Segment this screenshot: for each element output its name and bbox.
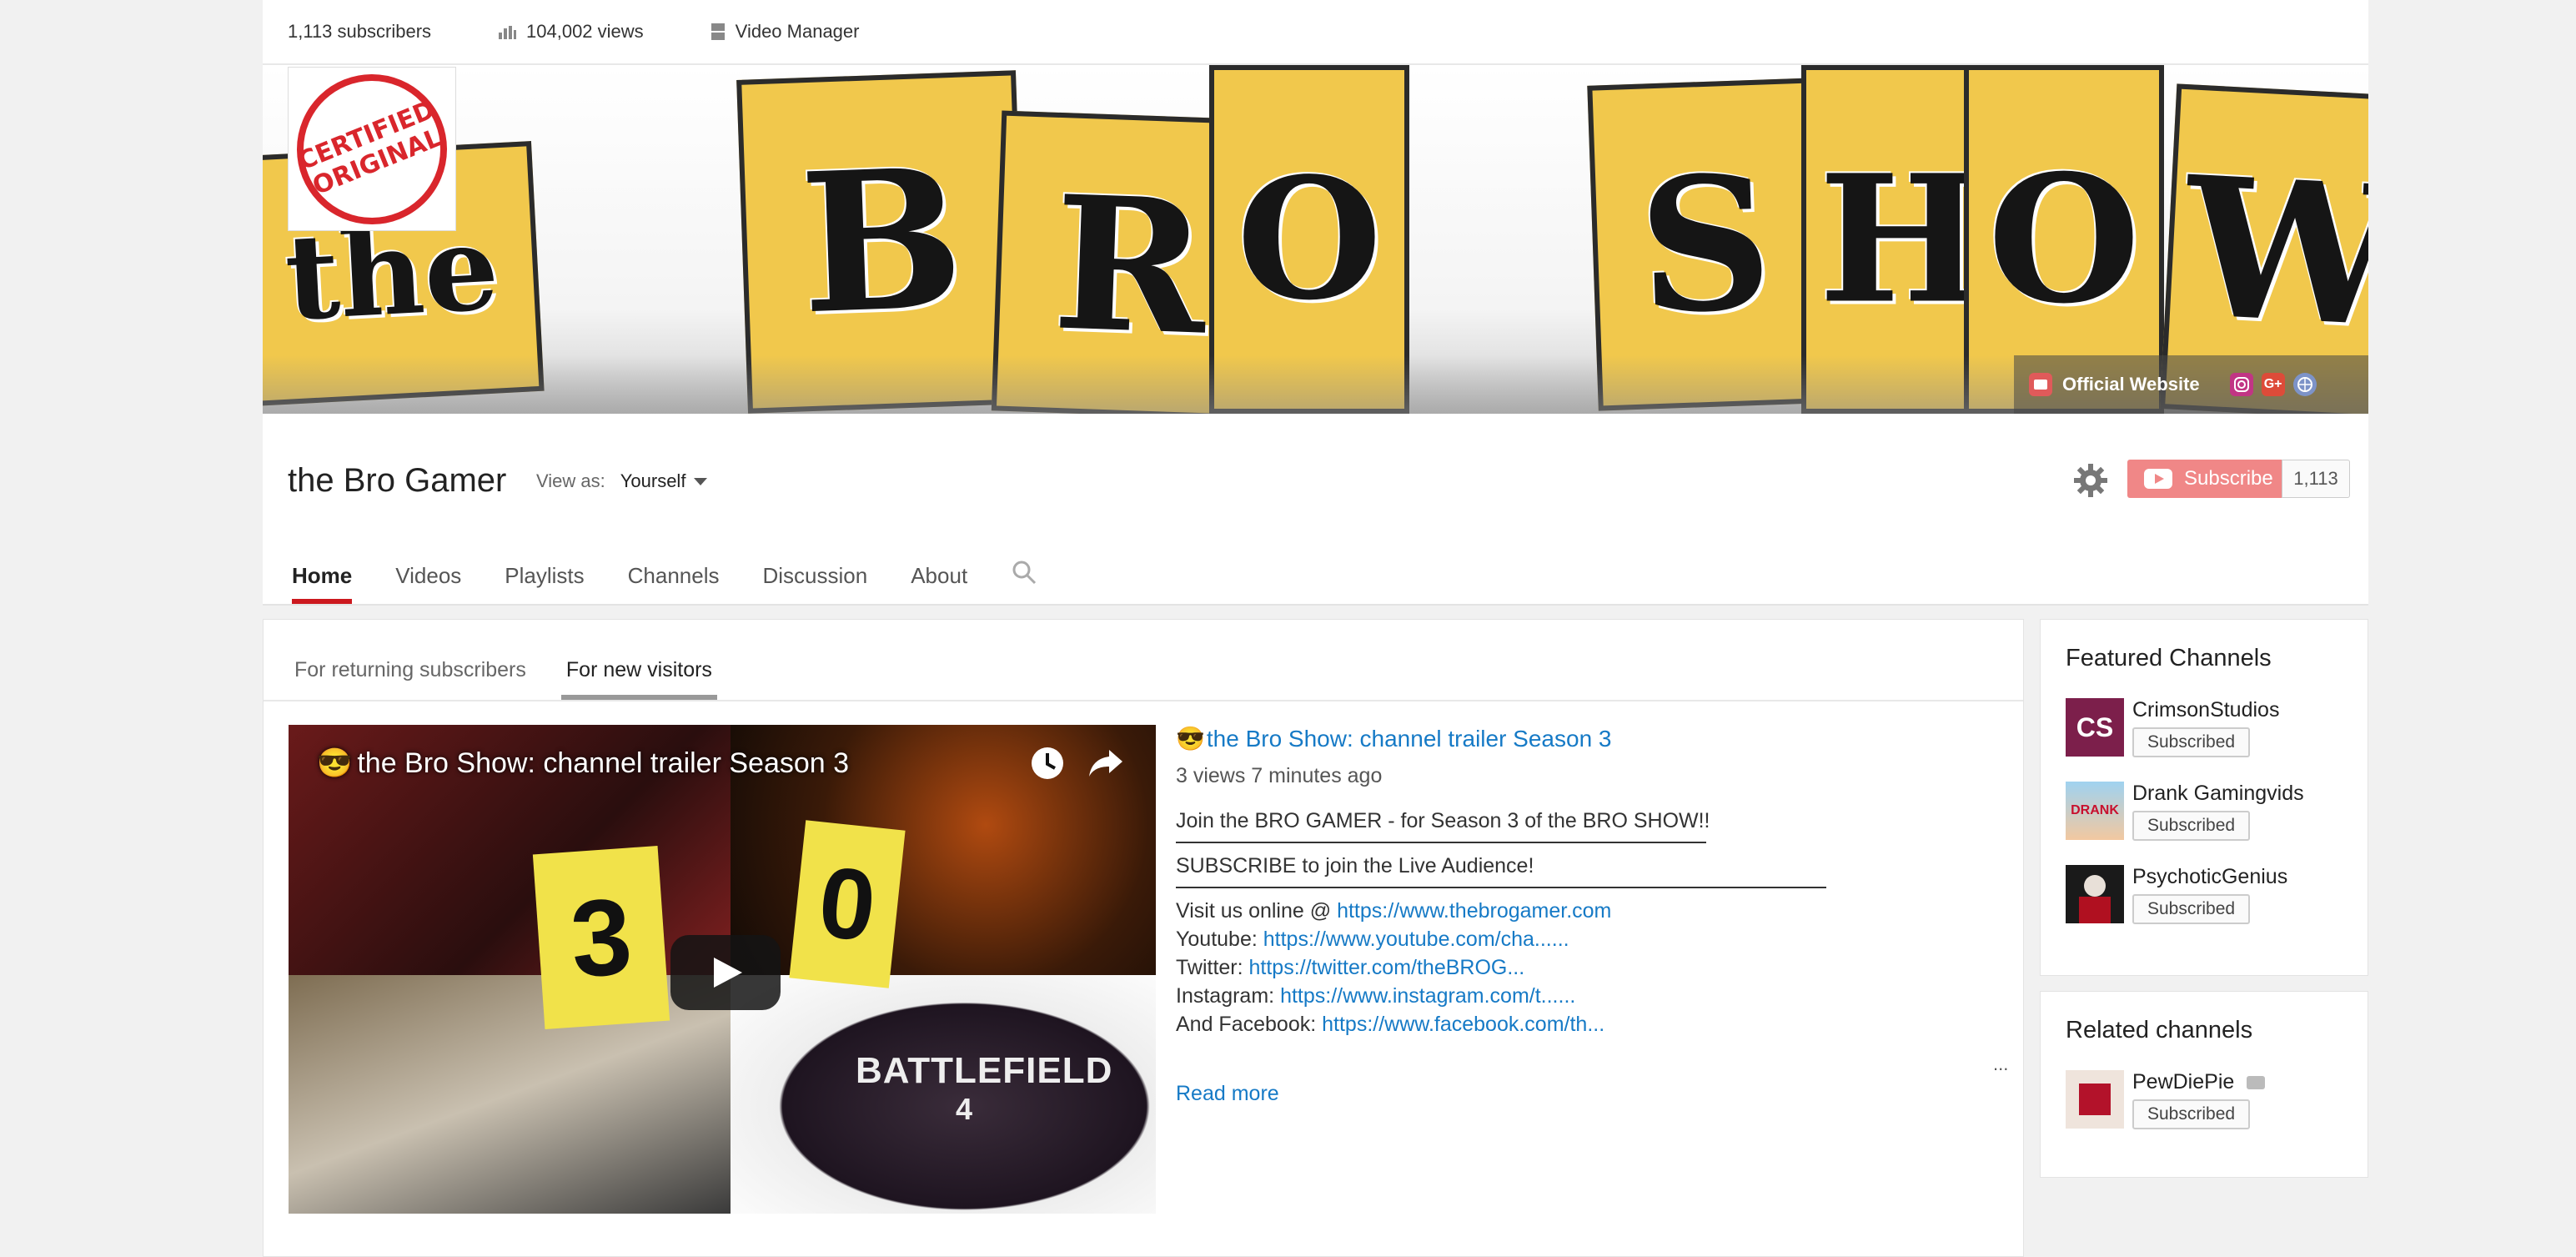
- trailer-info: 😎 the Bro Show: channel trailer Season 3…: [1176, 725, 2010, 1105]
- tab-about[interactable]: About: [911, 561, 967, 604]
- website-link[interactable]: https://www.thebrogamer.com: [1337, 899, 1611, 923]
- video-overlay-title[interactable]: 😎 the Bro Show: channel trailer Season 3: [317, 747, 849, 780]
- battlefield-logo: BATTLEFIELD: [856, 1050, 1113, 1091]
- youtube-play-icon: [2144, 469, 2172, 489]
- video-manager-label[interactable]: Video Manager: [736, 21, 860, 43]
- verified-icon: [2247, 1076, 2266, 1090]
- related-channel-item: PewDiePie Subscribed: [2066, 1070, 2266, 1129]
- home-content: For returning subscribers For new visito…: [263, 619, 2024, 1257]
- description-rule: [1176, 842, 1706, 843]
- tab-playlists[interactable]: Playlists: [505, 561, 584, 604]
- related-channels-title: Related channels: [2066, 1017, 2253, 1043]
- channel-tabs: Home Videos Playlists Channels Discussio…: [292, 561, 1081, 604]
- instagram-icon[interactable]: [2229, 373, 2253, 396]
- share-icon[interactable]: [1087, 747, 1124, 784]
- channel-name-link[interactable]: CrimsonStudios: [2132, 698, 2279, 722]
- channel-name-link[interactable]: Drank Gamingvids: [2132, 782, 2304, 806]
- video-card-3: 3: [532, 846, 670, 1029]
- channel-name-link[interactable]: PsychoticGenius: [2132, 865, 2287, 889]
- more-dots: ...: [1993, 1053, 2009, 1074]
- view-count: 104,002 views: [498, 21, 644, 43]
- play-button[interactable]: [670, 935, 781, 1010]
- video-frame-battlefield: [731, 975, 1156, 1214]
- read-more-link[interactable]: Read more: [1176, 1082, 1279, 1106]
- home-subtabs: For returning subscribers For new visito…: [294, 620, 752, 700]
- view-as-label: View as:: [536, 470, 605, 491]
- watch-later-icon[interactable]: [1029, 745, 1066, 786]
- subscriber-count-badge: 1,113: [2282, 460, 2350, 498]
- tab-channels[interactable]: Channels: [628, 561, 720, 604]
- avatar-body: [2079, 897, 2111, 923]
- video-description: Join the BRO GAMER - for Season 3 of the…: [1176, 807, 2010, 1038]
- channel-stats-bar: 1,113 subscribers 104,002 views Video Ma…: [263, 0, 2368, 65]
- featured-channels-panel: Featured Channels CS CrimsonStudios Subs…: [2040, 619, 2368, 976]
- subscribed-button[interactable]: Subscribed: [2132, 727, 2251, 757]
- chevron-down-icon[interactable]: [694, 477, 708, 485]
- channel-thumbnail[interactable]: DRANK: [2066, 782, 2124, 840]
- twitter-link[interactable]: https://twitter.com/theBROG...: [1249, 956, 1525, 979]
- sunglasses-emoji-icon: 😎: [317, 747, 353, 779]
- channel-thumbnail[interactable]: CS: [2066, 698, 2124, 757]
- subscriber-count: 1,113 subscribers: [288, 21, 431, 43]
- youtube-link[interactable]: https://www.youtube.com/cha......: [1263, 928, 1569, 951]
- google-plus-icon[interactable]: G+: [2261, 373, 2285, 396]
- channel-name[interactable]: the Bro Gamer: [288, 462, 506, 500]
- tab-returning-subscribers[interactable]: For returning subscribers: [294, 620, 526, 700]
- divider: [264, 700, 2023, 701]
- channel-header: the Bro Gamer View as: Yourself Subscrib…: [263, 414, 2368, 606]
- banner-links: Official Website G+: [2014, 355, 2368, 414]
- featured-channel-item: CS CrimsonStudios Subscribed: [2066, 698, 2279, 757]
- bar-chart-icon: [499, 26, 517, 39]
- channel-banner: the B R O S H O W CERTIFIED ORIGINAL Off…: [263, 65, 2368, 414]
- official-website-link[interactable]: Official Website: [2062, 374, 2200, 395]
- tab-new-visitors[interactable]: For new visitors: [560, 620, 717, 700]
- website-icon[interactable]: [2029, 373, 2052, 396]
- video-card-0: 0: [789, 820, 906, 988]
- subscribe-label: Subscribe: [2184, 467, 2273, 490]
- related-channels-panel: Related channels PewDiePie Subscribed: [2040, 991, 2368, 1178]
- certified-stamp: CERTIFIED ORIGINAL: [274, 65, 470, 247]
- channel-name-link[interactable]: PewDiePie: [2132, 1070, 2266, 1094]
- channel-thumbnail[interactable]: [2066, 865, 2124, 923]
- channel-trailer-player[interactable]: 3 0 BATTLEFIELD 4 😎 the Bro Show: channe…: [289, 725, 1156, 1214]
- facebook-link[interactable]: https://www.facebook.com/th...: [1322, 1013, 1604, 1036]
- featured-channel-item: PsychoticGenius Subscribed: [2066, 865, 2287, 924]
- view-as-selector[interactable]: View as: Yourself: [536, 470, 708, 492]
- avatar-square: [2079, 1084, 2111, 1115]
- video-manager-icon: [711, 23, 725, 40]
- avatar-face: [2084, 875, 2106, 897]
- featured-channel-item: DRANK Drank Gamingvids Subscribed: [2066, 782, 2304, 841]
- view-count-text: 104,002 views: [526, 21, 644, 42]
- subscriber-count-text: 1,113 subscribers: [288, 21, 432, 42]
- channel-thumbnail[interactable]: [2066, 1070, 2124, 1129]
- tab-home[interactable]: Home: [292, 561, 353, 604]
- battlefield-number: 4: [956, 1092, 973, 1126]
- gear-icon[interactable]: [2072, 462, 2109, 503]
- subscribe-button[interactable]: Subscribe: [2127, 460, 2282, 498]
- subscribed-button[interactable]: Subscribed: [2132, 894, 2251, 924]
- tab-videos[interactable]: Videos: [395, 561, 461, 604]
- sunglasses-emoji-icon: 😎: [1176, 726, 1205, 752]
- instagram-link[interactable]: https://www.instagram.com/t......: [1280, 984, 1575, 1008]
- view-as-value[interactable]: Yourself: [620, 470, 686, 492]
- video-title-link[interactable]: 😎 the Bro Show: channel trailer Season 3: [1176, 725, 2010, 752]
- video-views: 3 views 7 minutes ago: [1176, 764, 1383, 787]
- subscribed-button[interactable]: Subscribed: [2132, 1099, 2251, 1129]
- featured-channels-title: Featured Channels: [2066, 645, 2272, 671]
- description-rule: [1176, 887, 1826, 888]
- search-icon[interactable]: [1011, 559, 1037, 602]
- video-manager-link[interactable]: Video Manager: [711, 21, 860, 43]
- globe-icon[interactable]: [2292, 373, 2317, 396]
- certified-original-badge: CERTIFIED ORIGINAL: [274, 65, 470, 247]
- subscribed-button[interactable]: Subscribed: [2132, 811, 2251, 841]
- tab-discussion[interactable]: Discussion: [763, 561, 868, 604]
